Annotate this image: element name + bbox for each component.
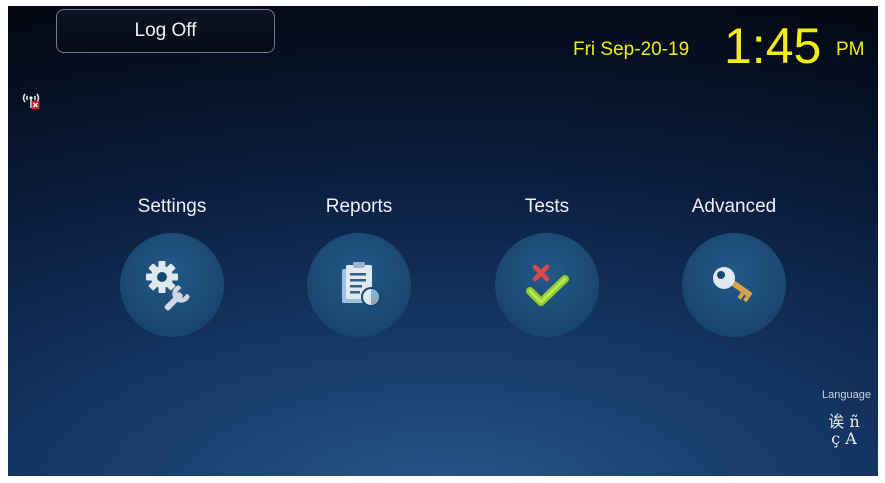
advanced-button[interactable] (682, 233, 786, 337)
language-label[interactable]: Language (822, 389, 871, 401)
tests-button[interactable] (495, 233, 599, 337)
tests-icon (526, 264, 569, 306)
key-icon (713, 267, 753, 303)
language-glyph-line2: ç A (831, 429, 857, 448)
language-icon[interactable]: 诶 ñ ç A (827, 413, 861, 453)
main-screen: Log Off Fri Sep-20-19 1:45 PM Settings R… (8, 6, 878, 476)
reports-label[interactable]: Reports (284, 196, 434, 218)
ampm-display: PM (836, 39, 865, 60)
settings-icon (146, 261, 190, 311)
date-display: Fri Sep-20-19 (573, 39, 690, 60)
log-off-button[interactable]: Log Off (56, 9, 275, 53)
settings-label[interactable]: Settings (97, 196, 247, 218)
reports-icon (342, 262, 381, 307)
advanced-label[interactable]: Advanced (659, 196, 809, 218)
wireless-disconnected-icon (22, 93, 40, 109)
tests-label[interactable]: Tests (472, 196, 622, 218)
time-display: 1:45 (724, 18, 822, 74)
settings-button[interactable] (120, 233, 224, 337)
reports-button[interactable] (307, 233, 411, 337)
language-glyph-line1: 诶 ñ (828, 412, 860, 431)
